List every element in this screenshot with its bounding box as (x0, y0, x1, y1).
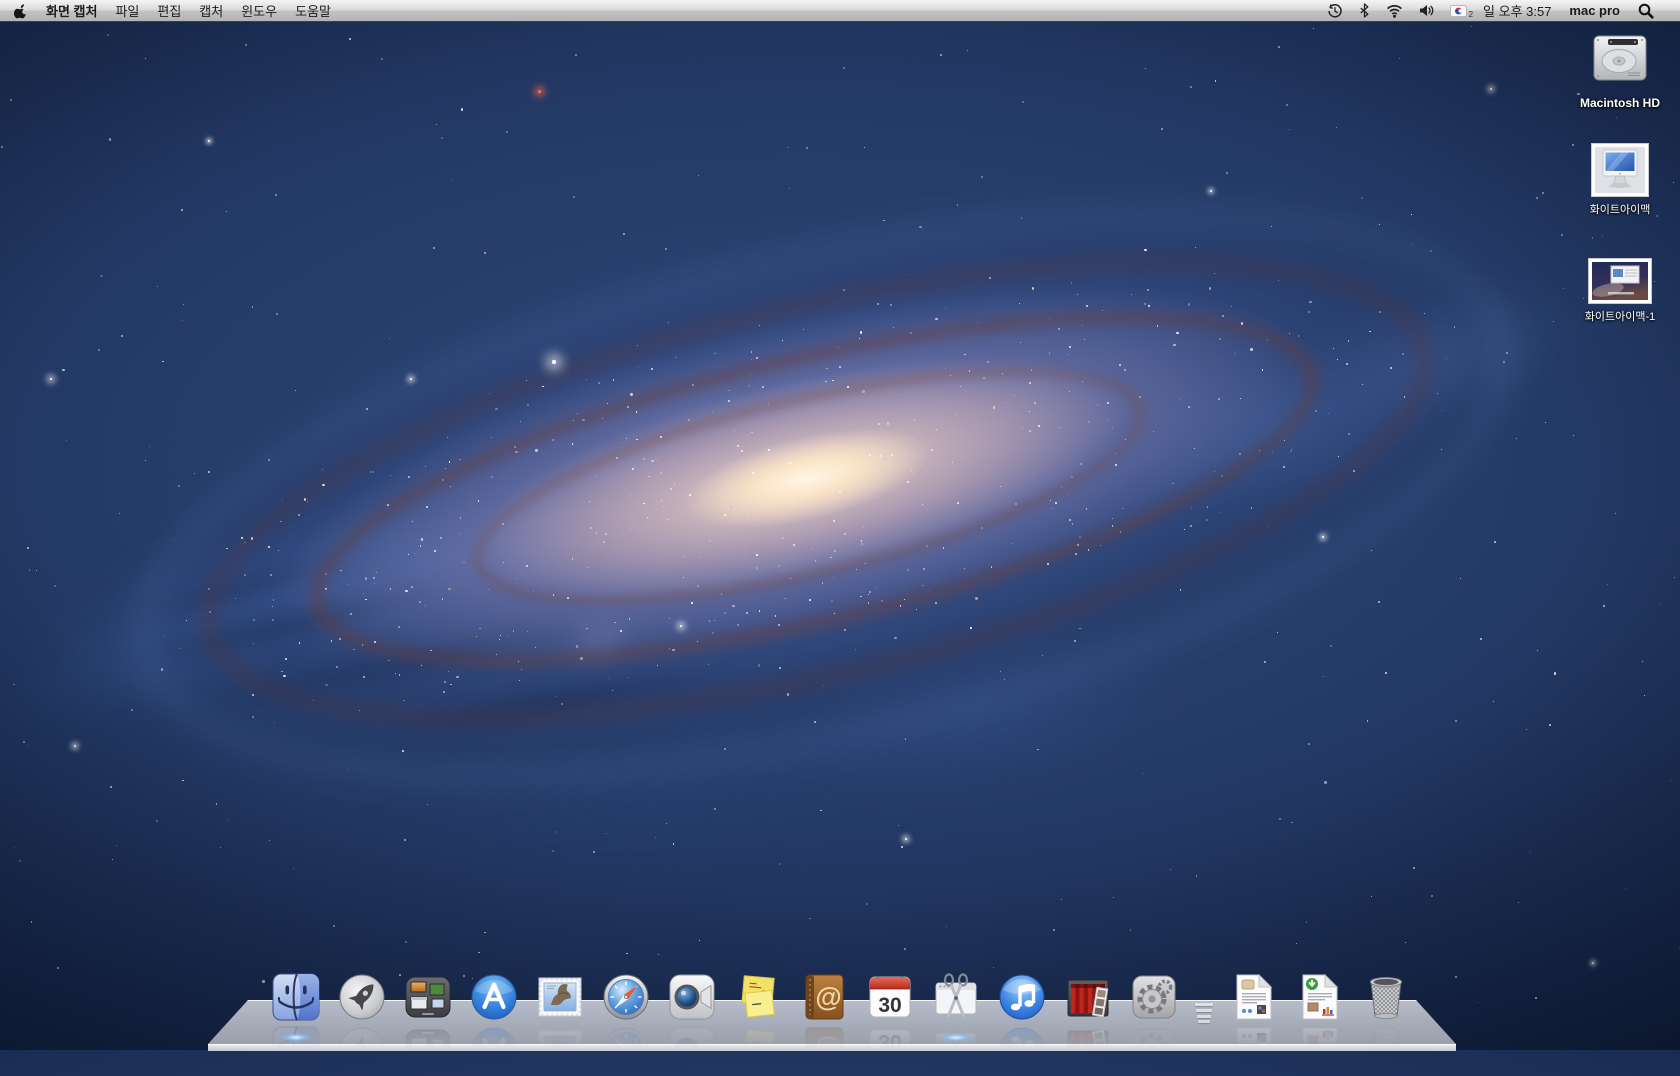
photo-booth-icon (1062, 971, 1114, 1023)
bluetooth-menu[interactable] (1351, 0, 1378, 21)
andromeda-galaxy (59, 69, 1540, 891)
dock-item-address-book[interactable]: @ @ (798, 971, 850, 1023)
menu-window[interactable]: 윈도우 (232, 0, 286, 21)
document-about-stacks-icon (1228, 971, 1280, 1023)
menu-bar: 화면 캡처 파일 편집 캡처 윈도우 도움말 (0, 0, 1680, 22)
dock-item-grab[interactable] (930, 971, 982, 1023)
macos-desktop: { "menu_bar": { "apple_menu": "apple-log… (0, 0, 1680, 1050)
dock-item-itunes[interactable] (996, 971, 1048, 1023)
svg-text:@: @ (815, 982, 841, 1012)
menu-file[interactable]: 파일 (106, 0, 148, 21)
running-indicator-light (941, 1033, 971, 1042)
dock-separator (1194, 971, 1214, 1023)
dock-item-document-about-downloads[interactable] (1294, 971, 1346, 1023)
desktop-icon-label: 화이트아이맥-1 (1578, 311, 1662, 324)
apple-menu[interactable] (0, 0, 37, 21)
dock-item-mail[interactable] (534, 971, 586, 1023)
address-book-icon: @ (798, 971, 850, 1023)
dock-item-document-about-stacks[interactable] (1228, 971, 1280, 1023)
menu-capture[interactable]: 캡처 (190, 0, 232, 21)
desktop-icon-label: Macintosh HD (1578, 97, 1662, 110)
dock-item-stickies[interactable] (732, 971, 784, 1023)
app-store-icon (468, 971, 520, 1023)
desktop-icon-white-imac-1[interactable]: 화이트아이맥-1 (1578, 258, 1662, 324)
dock-item-mission-control[interactable] (402, 971, 454, 1023)
stickies-icon (732, 971, 784, 1023)
svg-text:30: 30 (878, 994, 901, 1017)
document-about-downloads-icon (1294, 971, 1346, 1023)
itunes-icon (996, 971, 1048, 1023)
volume-menu[interactable] (1411, 0, 1442, 21)
mission-control-icon (402, 971, 454, 1023)
desktop-icon-white-imac[interactable]: 화이트아이맥 (1578, 143, 1662, 217)
finder-icon (270, 971, 322, 1023)
desktop-icon-label: 화이트아이맥 (1578, 204, 1662, 217)
spotlight-menu[interactable] (1630, 0, 1662, 21)
menu-help[interactable]: 도움말 (286, 0, 340, 21)
ical-icon: 30 (864, 971, 916, 1023)
dock-item-photo-booth[interactable] (1062, 971, 1114, 1023)
menu-app-name[interactable]: 화면 캡처 (37, 0, 106, 21)
hard-drive-icon (1588, 28, 1652, 95)
image-file-icon (1591, 143, 1649, 202)
menu-edit[interactable]: 편집 (148, 0, 190, 21)
dock-item-finder[interactable] (270, 971, 322, 1023)
galaxy-wallpaper (0, 0, 1680, 1050)
launchpad-icon (336, 971, 388, 1023)
volume-icon (1419, 4, 1434, 17)
wifi-icon (1386, 4, 1403, 18)
image-file-icon (1588, 258, 1652, 309)
dock-item-launchpad[interactable] (336, 971, 388, 1023)
input-source-badge: 2 (1469, 10, 1473, 19)
spotlight-search-icon (1638, 3, 1654, 19)
wifi-menu[interactable] (1378, 0, 1411, 21)
trash-icon (1360, 971, 1412, 1023)
system-preferences-icon (1128, 971, 1180, 1023)
running-indicator-light (281, 1033, 311, 1042)
bluetooth-icon (1359, 3, 1370, 18)
mail-icon (534, 971, 586, 1023)
dock-item-facetime[interactable] (666, 971, 718, 1023)
dock-item-safari[interactable] (600, 971, 652, 1023)
safari-icon (600, 971, 652, 1023)
input-source-menu[interactable]: 2 (1442, 0, 1475, 21)
desktop-icon-macintosh-hd[interactable]: Macintosh HD (1578, 28, 1662, 110)
dock-item-ical[interactable]: 30 30 (864, 971, 916, 1023)
dock-item-system-preferences[interactable] (1128, 971, 1180, 1023)
time-machine-icon (1327, 3, 1343, 19)
dock-item-app-store[interactable] (468, 971, 520, 1023)
dock-item-trash[interactable] (1360, 971, 1412, 1023)
facetime-icon (666, 971, 718, 1023)
korean-flag-icon (1450, 5, 1467, 17)
grab-icon (930, 971, 982, 1023)
menu-clock[interactable]: 일 오후 3:57 (1475, 1, 1559, 20)
apple-logo-icon (14, 3, 27, 19)
time-machine-menu[interactable] (1319, 0, 1351, 21)
user-switch-menu[interactable]: mac pro (1559, 3, 1630, 18)
